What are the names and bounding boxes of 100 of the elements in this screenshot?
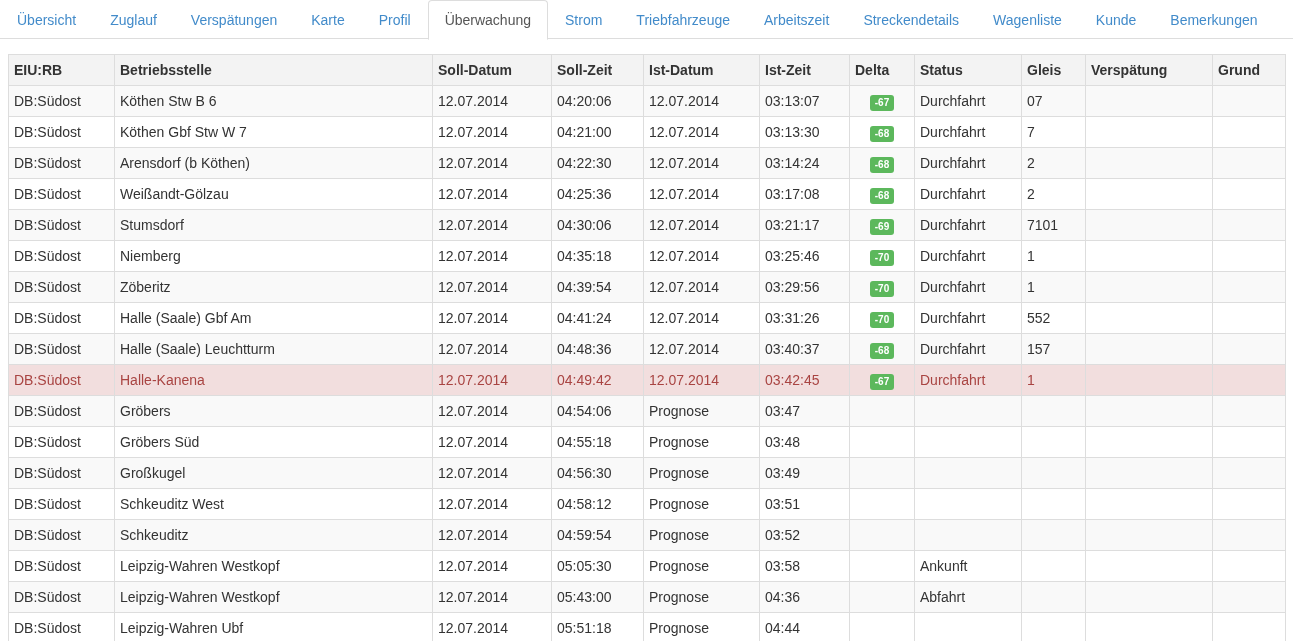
tab[interactable]: Bemerkungen	[1153, 0, 1275, 39]
table-cell: DB:Südost	[8, 395, 115, 427]
column-header: Betriebsstelle	[114, 54, 433, 86]
table-cell: Gröbers Süd	[114, 426, 433, 458]
table-cell: Abfahrt	[914, 581, 1022, 613]
table-cell: DB:Südost	[8, 209, 115, 241]
table-cell: DB:Südost	[8, 240, 115, 272]
table-cell: 03:13:30	[759, 116, 850, 148]
delta-badge: -70	[869, 280, 895, 297]
table-cell: 05:43:00	[551, 581, 644, 613]
table-cell: 12.07.2014	[432, 271, 552, 303]
table-cell: 04:56:30	[551, 457, 644, 489]
tab[interactable]: Strom	[548, 0, 620, 39]
tab[interactable]: Profil	[361, 0, 428, 39]
delta-badge: -70	[869, 311, 895, 328]
table-cell: Durchfahrt	[914, 240, 1022, 272]
table-cell: 04:20:06	[551, 85, 644, 117]
table-cell: DB:Südost	[8, 612, 115, 641]
table-cell: 03:21:17	[759, 209, 850, 241]
tab[interactable]: Wagenliste	[976, 0, 1079, 39]
column-header: EIU:RB	[8, 54, 115, 86]
table-cell: 03:42:45	[759, 364, 850, 396]
table-cell: 12.07.2014	[432, 550, 552, 582]
table-cell: Zöberitz	[114, 271, 433, 303]
table-cell: Prognose	[643, 395, 760, 427]
table-cell: 12.07.2014	[643, 85, 760, 117]
column-header: Soll-Zeit	[551, 54, 644, 86]
table-cell: DB:Südost	[8, 364, 115, 396]
tab[interactable]: Zuglauf	[93, 0, 174, 39]
table-cell: Stumsdorf	[114, 209, 433, 241]
delta-badge: -68	[869, 125, 895, 142]
tab[interactable]: Verspätungen	[173, 0, 295, 39]
table-cell: Prognose	[643, 457, 760, 489]
tab[interactable]: Überwachung	[427, 0, 548, 40]
table-cell: 03:25:46	[759, 240, 850, 272]
table-cell: 12.07.2014	[432, 240, 552, 272]
table-cell: 12.07.2014	[432, 395, 552, 427]
column-header: Grund	[1212, 54, 1286, 86]
table-cell: Weißandt-Gölzau	[114, 178, 433, 210]
table-cell: Köthen Gbf Stw W 7	[114, 116, 433, 148]
table-cell: Halle-Kanena	[114, 364, 433, 396]
table-cell: 12.07.2014	[432, 519, 552, 551]
table-cell: 03:17:08	[759, 178, 850, 210]
table-cell: 12.07.2014	[643, 271, 760, 303]
table-cell: 03:40:37	[759, 333, 850, 365]
column-header: Ist-Datum	[643, 54, 760, 86]
table-cell: DB:Südost	[8, 519, 115, 551]
table-cell: 04:36	[759, 581, 850, 613]
table-cell: 2	[1021, 178, 1086, 210]
table-cell: Prognose	[643, 550, 760, 582]
table-cell: Halle (Saale) Gbf Am	[114, 302, 433, 334]
delta-badge: -69	[869, 218, 895, 235]
table-cell: 12.07.2014	[643, 333, 760, 365]
table-cell: Durchfahrt	[914, 271, 1022, 303]
column-header: Verspätung	[1085, 54, 1213, 86]
delta-badge: -68	[869, 187, 895, 204]
table-cell: Niemberg	[114, 240, 433, 272]
table-cell: 12.07.2014	[643, 116, 760, 148]
table-cell: 03:29:56	[759, 271, 850, 303]
table-cell: 04:54:06	[551, 395, 644, 427]
table-cell: DB:Südost	[8, 147, 115, 179]
table-cell: 12.07.2014	[432, 85, 552, 117]
table-cell: Arensdorf (b Köthen)	[114, 147, 433, 179]
table-cell: 1	[1021, 364, 1086, 396]
tab[interactable]: Übersicht	[0, 0, 94, 39]
tab[interactable]: Kunde	[1078, 0, 1154, 39]
tab[interactable]: Karte	[294, 0, 362, 39]
table-cell: Leipzig-Wahren Westkopf	[114, 581, 433, 613]
table-cell: DB:Südost	[8, 85, 115, 117]
column-header: Status	[914, 54, 1022, 86]
table-cell: Prognose	[643, 519, 760, 551]
tab[interactable]: Triebfahrzeuge	[619, 0, 747, 39]
table-cell: Köthen Stw B 6	[114, 85, 433, 117]
column-header: Soll-Datum	[432, 54, 552, 86]
table-cell: 03:31:26	[759, 302, 850, 334]
delta-badge: -67	[869, 94, 895, 111]
table-cell: 157	[1021, 333, 1086, 365]
column-header: Delta	[849, 54, 915, 86]
table-cell: 04:55:18	[551, 426, 644, 458]
table-cell: DB:Südost	[8, 333, 115, 365]
table-cell: 04:41:24	[551, 302, 644, 334]
delta-badge: -68	[869, 342, 895, 359]
table-cell: 12.07.2014	[432, 116, 552, 148]
table-cell: 12.07.2014	[643, 147, 760, 179]
tab[interactable]: Arbeitszeit	[747, 0, 847, 39]
table-cell: 03:52	[759, 519, 850, 551]
table-cell: 12.07.2014	[432, 147, 552, 179]
table-cell: Prognose	[643, 488, 760, 520]
table-cell: 12.07.2014	[432, 302, 552, 334]
table-cell: 12.07.2014	[432, 426, 552, 458]
table-cell: Durchfahrt	[914, 333, 1022, 365]
tab[interactable]: Streckendetails	[846, 0, 977, 39]
table-cell: Durchfahrt	[914, 209, 1022, 241]
table-cell: 12.07.2014	[643, 209, 760, 241]
table-cell: 03:13:07	[759, 85, 850, 117]
table-cell: DB:Südost	[8, 457, 115, 489]
table-cell: 04:59:54	[551, 519, 644, 551]
table-cell: DB:Südost	[8, 488, 115, 520]
table-cell: Prognose	[643, 426, 760, 458]
table-cell: Gröbers	[114, 395, 433, 427]
